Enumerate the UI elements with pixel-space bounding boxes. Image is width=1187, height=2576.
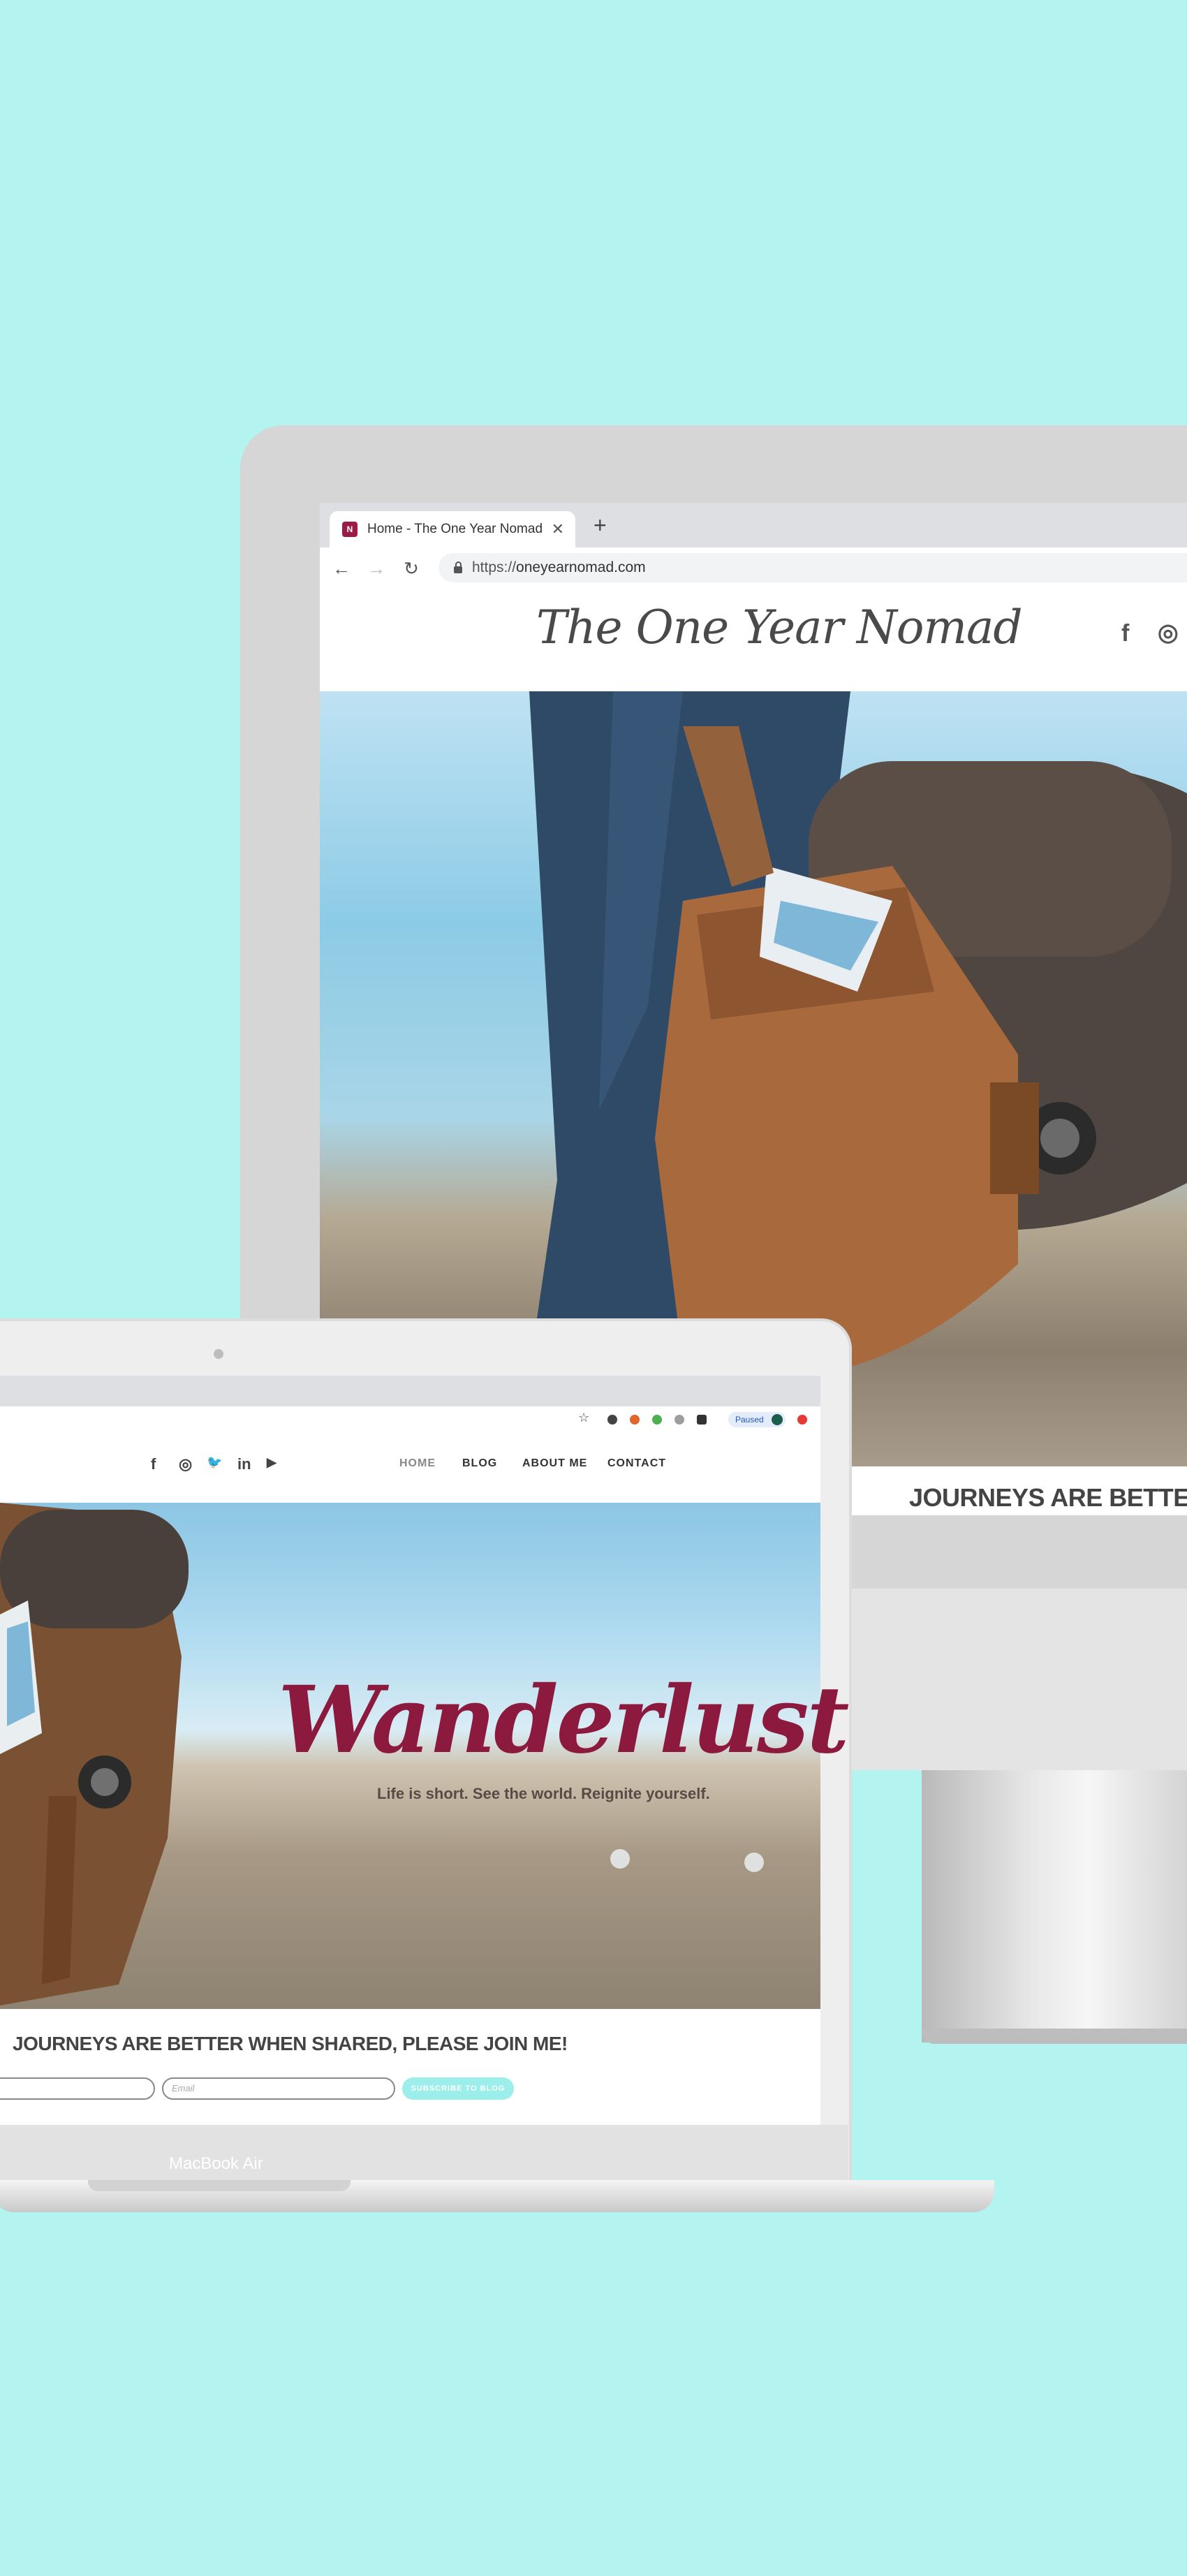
hero-title: Wanderlust: [278, 1666, 849, 1774]
extension-icon[interactable]: [797, 1415, 807, 1425]
twitter-icon[interactable]: 🐦: [207, 1455, 222, 1470]
tab-close-icon[interactable]: ✕: [552, 520, 564, 538]
macbook-tab-strip: [0, 1376, 820, 1406]
imac-stand: [922, 1770, 1187, 2043]
forward-arrow-icon[interactable]: →: [364, 556, 388, 581]
avatar: [772, 1414, 783, 1425]
profile-paused-badge[interactable]: Paused: [728, 1412, 786, 1427]
instagram-icon[interactable]: ◎: [1158, 619, 1179, 647]
youtube-icon[interactable]: ▶: [267, 1455, 277, 1470]
email-field[interactable]: Email: [162, 2077, 395, 2100]
bookmark-star-icon[interactable]: ☆: [578, 1411, 589, 1425]
hero-tagline: Life is short. See the world. Reignite y…: [377, 1785, 710, 1802]
extension-icon[interactable]: [652, 1415, 662, 1425]
tab-title: Home - The One Year Nomad: [367, 522, 543, 536]
nav-home[interactable]: HOME: [399, 1457, 436, 1470]
imac-stand-base: [922, 2029, 1187, 2044]
join-heading: JOURNEYS ARE BETTER W: [909, 1483, 1187, 1512]
back-arrow-icon[interactable]: ←: [330, 556, 353, 581]
imac-browser-tab[interactable]: N Home - The One Year Nomad ✕: [330, 511, 575, 547]
nav-contact[interactable]: CONTACT: [607, 1457, 666, 1470]
macbook-hinge: [88, 2180, 351, 2191]
url-scheme: https://: [472, 559, 517, 575]
extension-icon[interactable]: [697, 1415, 707, 1425]
extension-icon[interactable]: [674, 1415, 684, 1425]
extension-icon[interactable]: [607, 1415, 617, 1425]
address-bar[interactable]: https://oneyearnomad.com: [438, 553, 1187, 582]
new-tab-button[interactable]: +: [594, 514, 607, 536]
site-favicon-icon: N: [342, 522, 357, 537]
facebook-icon[interactable]: f: [1121, 620, 1129, 647]
instagram-icon[interactable]: ◎: [179, 1455, 192, 1473]
linkedin-icon[interactable]: in: [237, 1455, 251, 1473]
model-label: MacBook Air: [169, 2154, 263, 2173]
paused-label: Paused: [735, 1415, 764, 1425]
join-section: [0, 2009, 820, 2125]
nav-about[interactable]: ABOUT ME: [522, 1457, 587, 1470]
facebook-icon[interactable]: f: [151, 1455, 156, 1473]
macbook-bottom-bezel: [0, 2125, 848, 2181]
subscribe-button[interactable]: SUBSCRIBE TO BLOG: [402, 2077, 514, 2100]
extension-icon[interactable]: [630, 1415, 640, 1425]
url-host: oneyearnomad.com: [516, 559, 646, 575]
name-field[interactable]: [0, 2077, 155, 2100]
macbook-camera: [214, 1349, 223, 1359]
site-logo[interactable]: The One Year Nomad: [536, 601, 1023, 654]
join-heading: JOURNEYS ARE BETTER WHEN SHARED, PLEASE …: [13, 2033, 568, 2054]
lock-icon: [454, 561, 462, 573]
reload-icon[interactable]: ↻: [399, 556, 423, 581]
nav-blog[interactable]: BLOG: [462, 1457, 497, 1470]
